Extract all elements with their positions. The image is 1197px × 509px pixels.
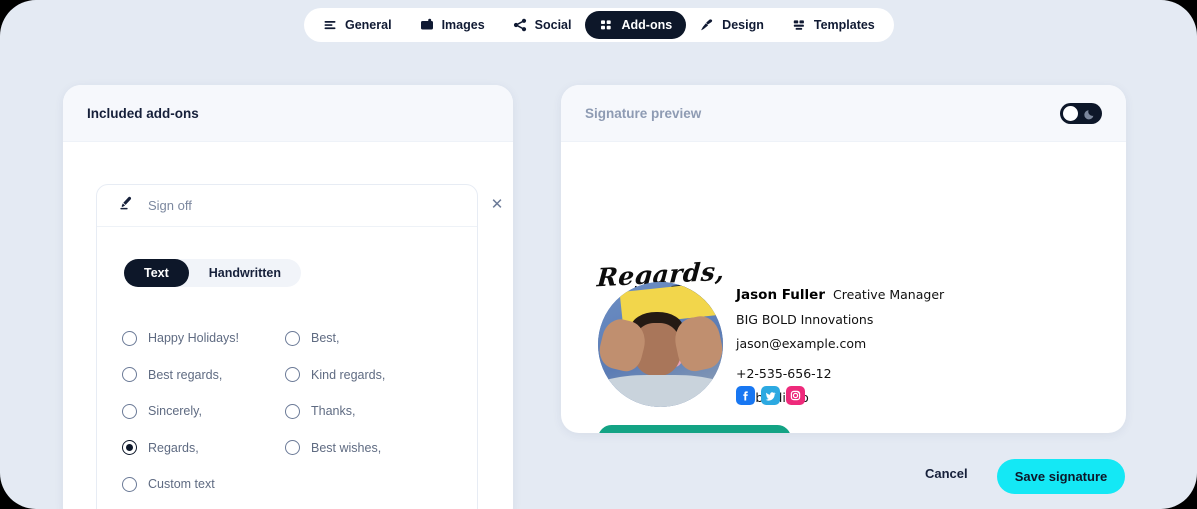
radio-label: Happy Holidays! [148, 331, 240, 346]
signature-phone[interactable]: +2-535-656-12 [736, 366, 944, 381]
google-meet-button[interactable]: Meet me on Google Meet [598, 425, 792, 434]
signature-company: BIG BOLD Innovations [736, 312, 874, 327]
signature-name: Jason Fuller [736, 287, 825, 303]
radio-circle-icon [122, 367, 137, 383]
tab-social[interactable]: Social [499, 11, 586, 39]
tab-images-label: Images [441, 18, 485, 32]
radio-circle-icon [285, 403, 300, 419]
tab-social-label: Social [534, 18, 572, 32]
left-panel-title: Included add-ons [87, 105, 199, 121]
pen-signature-icon [117, 195, 134, 217]
radio-circle-icon [285, 367, 300, 383]
signature-body: Regards, Jason Fuller Creative Manager B… [561, 142, 1126, 433]
tab-addons[interactable]: Add-ons [585, 11, 687, 39]
moon-icon [1084, 107, 1096, 125]
google-meet-label: Meet me on Google Meet [634, 432, 775, 434]
brush-icon [700, 18, 714, 32]
radio-option[interactable]: Best wishes, [285, 440, 448, 456]
toggle-knob [1063, 105, 1078, 121]
segment-handwritten[interactable]: Handwritten [189, 259, 301, 287]
signature-email[interactable]: jason@example.com [736, 336, 944, 351]
signoff-card-label: Sign off [148, 198, 192, 213]
tab-templates-label: Templates [813, 18, 875, 32]
tab-general-label: General [345, 18, 392, 32]
radio-label: Sincerely, [148, 404, 202, 419]
radio-option[interactable]: Sincerely, [122, 403, 285, 419]
radio-label: Best, [311, 331, 340, 346]
dark-mode-toggle[interactable] [1060, 102, 1102, 125]
radio-label: Kind regards, [311, 367, 386, 382]
radio-label: Custom text [148, 477, 215, 492]
signoff-options-list: Happy Holidays! Best, Best regards, Kind… [122, 320, 442, 503]
radio-option[interactable]: Best, [285, 330, 448, 346]
cancel-button[interactable]: Cancel [925, 466, 968, 481]
lines-icon [323, 18, 337, 32]
radio-circle-icon [122, 440, 137, 456]
tab-addons-label: Add-ons [621, 18, 673, 32]
signoff-mode-segmented: Text Handwritten [124, 259, 302, 287]
segment-handwritten-label: Handwritten [208, 266, 282, 280]
image-icon [420, 18, 434, 32]
left-panel-header: Included add-ons [63, 85, 513, 142]
radio-option[interactable]: Best regards, [122, 367, 285, 383]
radio-circle-icon [122, 403, 137, 419]
segment-text[interactable]: Text [124, 259, 189, 287]
grid-dots-icon [599, 18, 613, 32]
share-icon [513, 18, 527, 32]
save-signature-button[interactable]: Save signature [997, 459, 1125, 494]
main-tabbar: General Images Social Add-ons Design Tem… [304, 8, 894, 42]
tab-images[interactable]: Images [406, 11, 499, 39]
app-root: General Images Social Add-ons Design Tem… [0, 0, 1197, 509]
facebook-icon[interactable] [736, 386, 755, 405]
close-icon[interactable]: ✕ [488, 195, 506, 213]
radio-circle-icon [122, 476, 137, 492]
segment-text-label: Text [144, 266, 169, 280]
radio-circle-icon [285, 440, 300, 456]
tab-design-label: Design [722, 18, 764, 32]
video-camera-icon [611, 429, 626, 433]
tab-general[interactable]: General [309, 11, 406, 39]
avatar [598, 282, 723, 407]
tab-templates[interactable]: Templates [778, 11, 889, 39]
radio-label: Best wishes, [311, 440, 382, 455]
radio-option[interactable]: Thanks, [285, 403, 448, 419]
radio-label: Thanks, [311, 404, 356, 419]
instagram-icon[interactable] [786, 386, 805, 405]
radio-option[interactable]: Custom text [122, 476, 285, 492]
radio-option[interactable]: Kind regards, [285, 367, 448, 383]
twitter-icon[interactable] [761, 386, 780, 405]
radio-circle-icon [122, 330, 137, 346]
tab-design[interactable]: Design [686, 11, 778, 39]
radio-label: Best regards, [148, 367, 223, 382]
signature-title: Creative Manager [832, 287, 945, 302]
signature-name-row: Jason Fuller Creative Manager [736, 287, 944, 303]
radio-option[interactable]: Happy Holidays! [122, 330, 285, 346]
signature-preview-panel: Signature preview Regards, Jason Fuller … [561, 85, 1126, 433]
radio-label: Regards, [148, 440, 199, 455]
radio-option-selected[interactable]: Regards, [122, 440, 285, 456]
signature-social-links [736, 386, 805, 405]
signoff-card-header: Sign off [97, 185, 477, 227]
signature-preview-title: Signature preview [585, 105, 702, 121]
radio-circle-icon [285, 330, 300, 346]
templates-icon [792, 18, 806, 32]
right-panel-header: Signature preview [561, 85, 1126, 142]
